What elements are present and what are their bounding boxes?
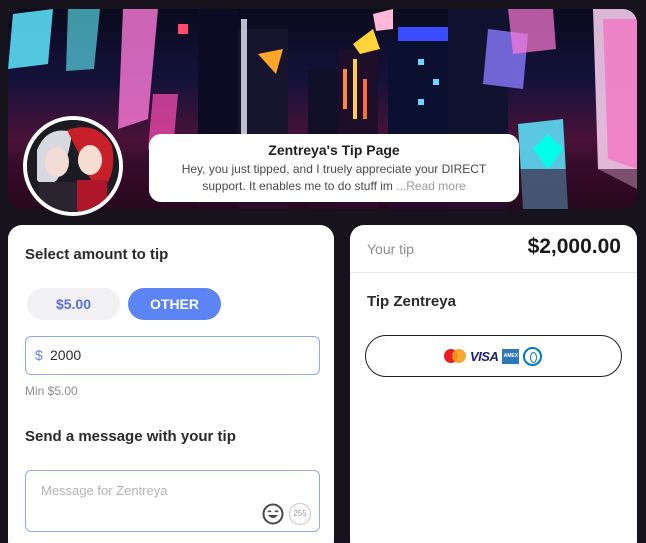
message-input[interactable]: Message for Zentreya 255 <box>25 470 320 532</box>
diners-icon <box>523 346 543 366</box>
message-heading: Send a message with your tip <box>25 428 236 445</box>
tip-summary-panel: Your tip $2,000.00 Tip Zentreya VISA AME… <box>350 225 637 543</box>
page-title: Zentreya's Tip Page <box>268 142 400 158</box>
read-more-link[interactable]: ...Read more <box>396 179 465 193</box>
amex-icon: AMEX <box>502 348 520 364</box>
message-placeholder: Message for Zentreya <box>41 483 168 498</box>
visa-icon: VISA <box>470 348 499 364</box>
creator-bio-card: Zentreya's Tip Page Hey, you just tipped… <box>149 134 519 202</box>
avatar-illustration <box>27 120 119 212</box>
tip-recipient-heading: Tip Zentreya <box>367 293 456 310</box>
smiley-emoji-icon[interactable] <box>262 503 284 525</box>
card-payment-button[interactable]: VISA AMEX <box>365 335 622 377</box>
minimum-amount-hint: Min $5.00 <box>25 384 78 398</box>
tip-form-panel: Select amount to tip $5.00 OTHER $ 2000 … <box>8 225 334 543</box>
your-tip-label: Your tip <box>367 241 414 257</box>
tip-total-amount: $2,000.00 <box>527 235 621 258</box>
other-amount-button[interactable]: OTHER <box>128 288 221 320</box>
bio-text-block: Hey, you just tipped, and I truely appre… <box>149 161 519 195</box>
mastercard-icon <box>444 349 466 363</box>
amount-value: 2000 <box>50 347 82 363</box>
summary-divider <box>350 272 637 273</box>
select-amount-heading: Select amount to tip <box>25 246 169 263</box>
preset-amount-button[interactable]: $5.00 <box>27 288 120 320</box>
tip-amount-input[interactable]: $ 2000 <box>25 336 320 375</box>
currency-symbol: $ <box>35 347 43 363</box>
creator-avatar <box>23 116 123 216</box>
card-logos: VISA AMEX <box>444 346 543 366</box>
character-count: 255 <box>289 503 311 525</box>
